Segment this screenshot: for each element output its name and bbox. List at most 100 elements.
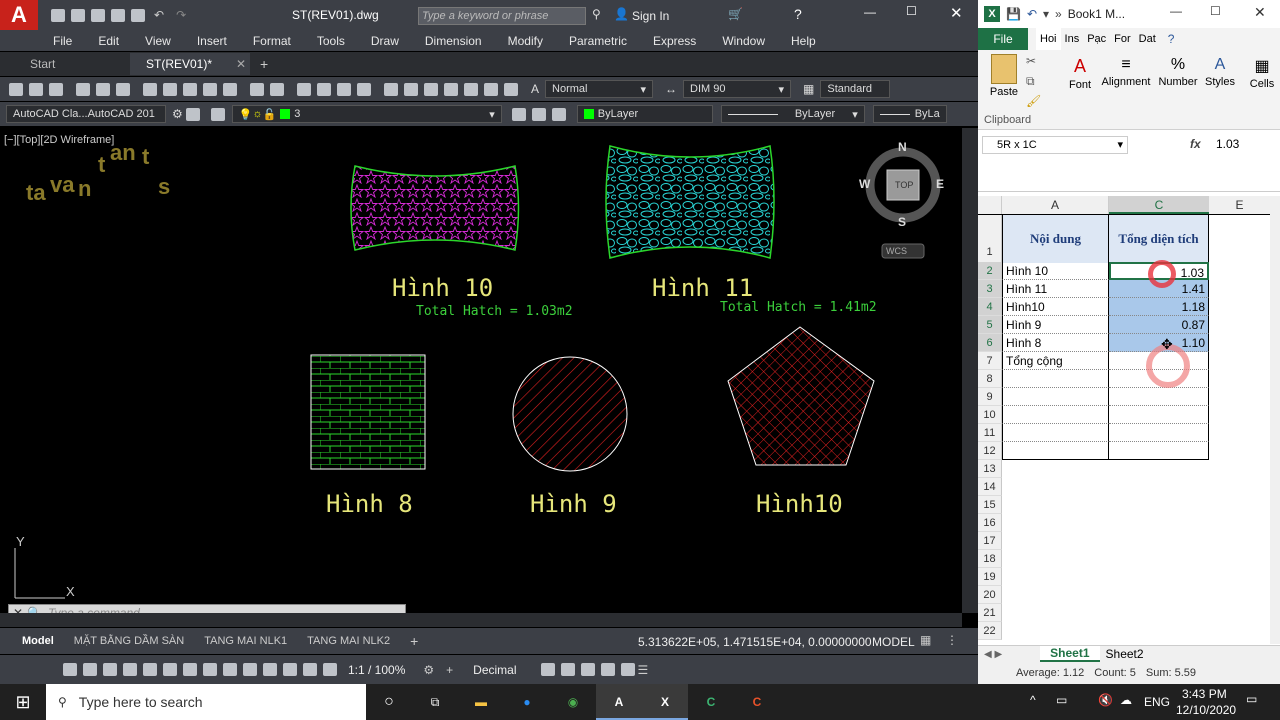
layer-match-icon[interactable] — [551, 107, 566, 121]
hatch-shape-h11[interactable] — [600, 138, 780, 268]
row-header[interactable]: 4 — [978, 298, 1002, 316]
zalo-icon[interactable]: ● — [504, 695, 550, 709]
cell-a[interactable]: Tổng cộng — [1002, 352, 1109, 370]
autocad-logo-icon[interactable]: A — [0, 0, 38, 30]
osnap-icon[interactable] — [143, 663, 157, 676]
network-icon[interactable]: ▭ — [1056, 693, 1067, 707]
annotation-scale-icon[interactable] — [323, 663, 337, 676]
save-icon[interactable] — [91, 8, 105, 22]
row-header[interactable]: 9 — [978, 388, 1002, 406]
cell-c[interactable] — [1109, 424, 1209, 442]
row-header[interactable]: 13 — [978, 460, 1002, 478]
more-icon[interactable]: » — [1055, 7, 1062, 21]
taskbar-search[interactable]: ⚲ Type here to search — [46, 684, 366, 720]
row-header[interactable]: 11 — [978, 424, 1002, 442]
zoom-window-icon[interactable] — [337, 82, 351, 96]
dim-style-dropdown[interactable]: DIM 90 ▾ — [683, 80, 792, 98]
row-header[interactable]: 14 — [978, 478, 1002, 496]
gizmo-icon[interactable] — [283, 663, 297, 676]
lock-ui-icon[interactable] — [560, 663, 575, 676]
row-header[interactable]: 7 — [978, 352, 1002, 370]
qsave-icon[interactable] — [49, 82, 63, 96]
row-header[interactable]: 18 — [978, 550, 1002, 568]
table-style-dropdown[interactable]: Standard — [820, 80, 891, 98]
autocad-taskbar-icon[interactable]: A — [596, 684, 642, 720]
column-header-a[interactable]: A — [1002, 196, 1109, 214]
zoom-previous-icon[interactable] — [357, 82, 371, 96]
add-icon[interactable]: + — [446, 663, 453, 677]
add-layout-icon[interactable]: + — [410, 633, 418, 649]
blockedit-icon[interactable] — [223, 82, 237, 96]
calculator-icon[interactable] — [484, 82, 498, 96]
name-box[interactable]: 5R x 1C ▾ — [982, 136, 1128, 154]
formula-input[interactable]: 1.03 — [1216, 137, 1239, 151]
windows-start-icon[interactable]: ⊞ — [0, 692, 46, 713]
cell-c[interactable]: 0.87 — [1109, 316, 1209, 334]
row-header[interactable]: 15 — [978, 496, 1002, 514]
undo-icon[interactable]: ↶ — [1027, 7, 1037, 21]
menu-modify[interactable]: Modify — [508, 34, 543, 48]
menu-parametric[interactable]: Parametric — [569, 34, 627, 48]
annotation-visibility-icon[interactable] — [303, 663, 317, 676]
select-all-corner[interactable] — [978, 196, 1002, 214]
row-header[interactable]: 10 — [978, 406, 1002, 424]
qat-dropdown-icon[interactable]: ▾ — [1043, 7, 1049, 21]
print-icon[interactable] — [131, 8, 145, 22]
tab-formulas[interactable]: For — [1110, 33, 1135, 45]
maximize-icon[interactable]: ☐ — [906, 4, 917, 18]
paste-icon[interactable] — [183, 82, 197, 96]
header-cell-c[interactable]: Tổng diện tích — [1109, 215, 1209, 263]
clock-date[interactable]: 12/10/2020 — [1176, 703, 1236, 717]
minimize-icon[interactable]: — — [1170, 4, 1182, 18]
menu-view[interactable]: View — [145, 34, 171, 48]
alignment-button[interactable]: ≡ Alignment — [1098, 56, 1154, 88]
selection-filter-icon[interactable] — [263, 663, 277, 676]
dynamic-ucs-icon[interactable] — [243, 663, 257, 676]
canvas-vertical-scrollbar[interactable] — [962, 128, 978, 613]
taskbar-search-input[interactable]: Type here to search — [79, 694, 203, 710]
layer-dropdown[interactable]: 💡 ☼ 🔓 3 ▾ — [231, 105, 502, 123]
cell-a[interactable]: Hình 11 — [1002, 280, 1109, 298]
cut-icon[interactable]: ✂ — [1026, 54, 1036, 68]
row-header[interactable]: 16 — [978, 514, 1002, 532]
qopen-icon[interactable] — [29, 82, 43, 96]
row-header[interactable]: 2 — [978, 262, 1002, 280]
file-explorer-icon[interactable]: ▬ — [458, 695, 504, 709]
search-box[interactable]: Type a keyword or phrase — [418, 7, 586, 25]
undo-tb-icon[interactable] — [250, 82, 264, 96]
cortana-icon[interactable]: ○ — [366, 693, 412, 711]
wcs-menu[interactable]: WCS — [886, 246, 907, 256]
camtasia-icon[interactable]: C — [688, 695, 734, 709]
text-style-dropdown[interactable]: Normal ▾ — [545, 80, 654, 98]
tab-page-layout[interactable]: Pạc — [1083, 33, 1110, 45]
osnap-tracking-icon[interactable] — [123, 663, 137, 676]
tab-layout-3[interactable]: TANG MAI NLK2 — [307, 635, 390, 647]
cell-a[interactable]: Hình 8 — [1002, 334, 1109, 352]
cell-a[interactable] — [1002, 370, 1109, 388]
snap-icon[interactable]: ⋮ — [946, 633, 958, 647]
tab-drawing[interactable]: ST(REV01)* ✕ — [130, 53, 250, 75]
row-header[interactable]: 19 — [978, 568, 1002, 586]
menu-window[interactable]: Window — [722, 34, 765, 48]
tab-home[interactable]: Hoi — [1036, 28, 1061, 50]
onedrive-icon[interactable]: ☁ — [1120, 693, 1132, 707]
lineweight-dropdown[interactable]: ByLa — [872, 105, 947, 123]
row-header[interactable]: 20 — [978, 586, 1002, 604]
gear-icon[interactable]: ⚙ — [172, 107, 183, 121]
viewcube-top[interactable]: TOP — [895, 180, 913, 190]
linetype-dropdown[interactable]: ByLayer ▾ — [720, 105, 865, 123]
help-tb-icon[interactable] — [504, 82, 518, 96]
pan-icon[interactable] — [297, 82, 311, 96]
tray-chevron-icon[interactable]: ^ — [1030, 693, 1036, 707]
layer-previous-icon[interactable] — [531, 107, 546, 121]
cell-a[interactable] — [1002, 442, 1109, 460]
tab-start[interactable]: Start — [0, 53, 130, 75]
menu-format[interactable]: Format — [253, 34, 291, 48]
cell-a[interactable] — [1002, 388, 1109, 406]
close-icon[interactable]: ✕ — [1254, 4, 1266, 21]
tab-file[interactable]: File — [978, 28, 1028, 50]
units-dropdown[interactable]: Decimal — [473, 663, 516, 677]
plot-icon[interactable] — [76, 82, 90, 96]
tab-insert[interactable]: Ins — [1061, 33, 1084, 45]
volume-icon[interactable]: 🔇 — [1098, 693, 1113, 707]
